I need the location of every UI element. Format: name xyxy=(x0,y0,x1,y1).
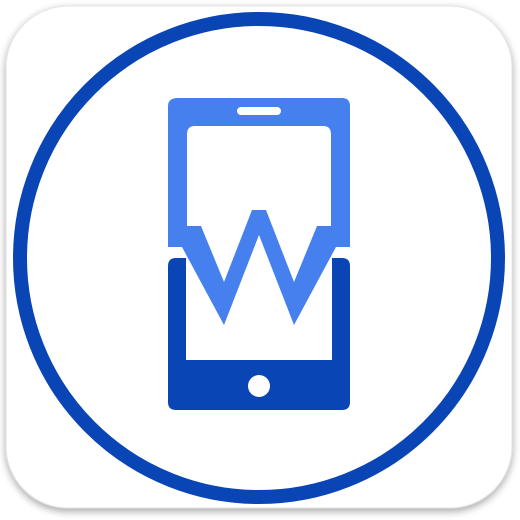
app-icon xyxy=(5,5,513,509)
app-icon-stage xyxy=(0,0,520,520)
home-button-icon xyxy=(248,375,270,397)
icon-tile xyxy=(5,5,513,509)
speaker-slot-icon xyxy=(237,107,281,115)
